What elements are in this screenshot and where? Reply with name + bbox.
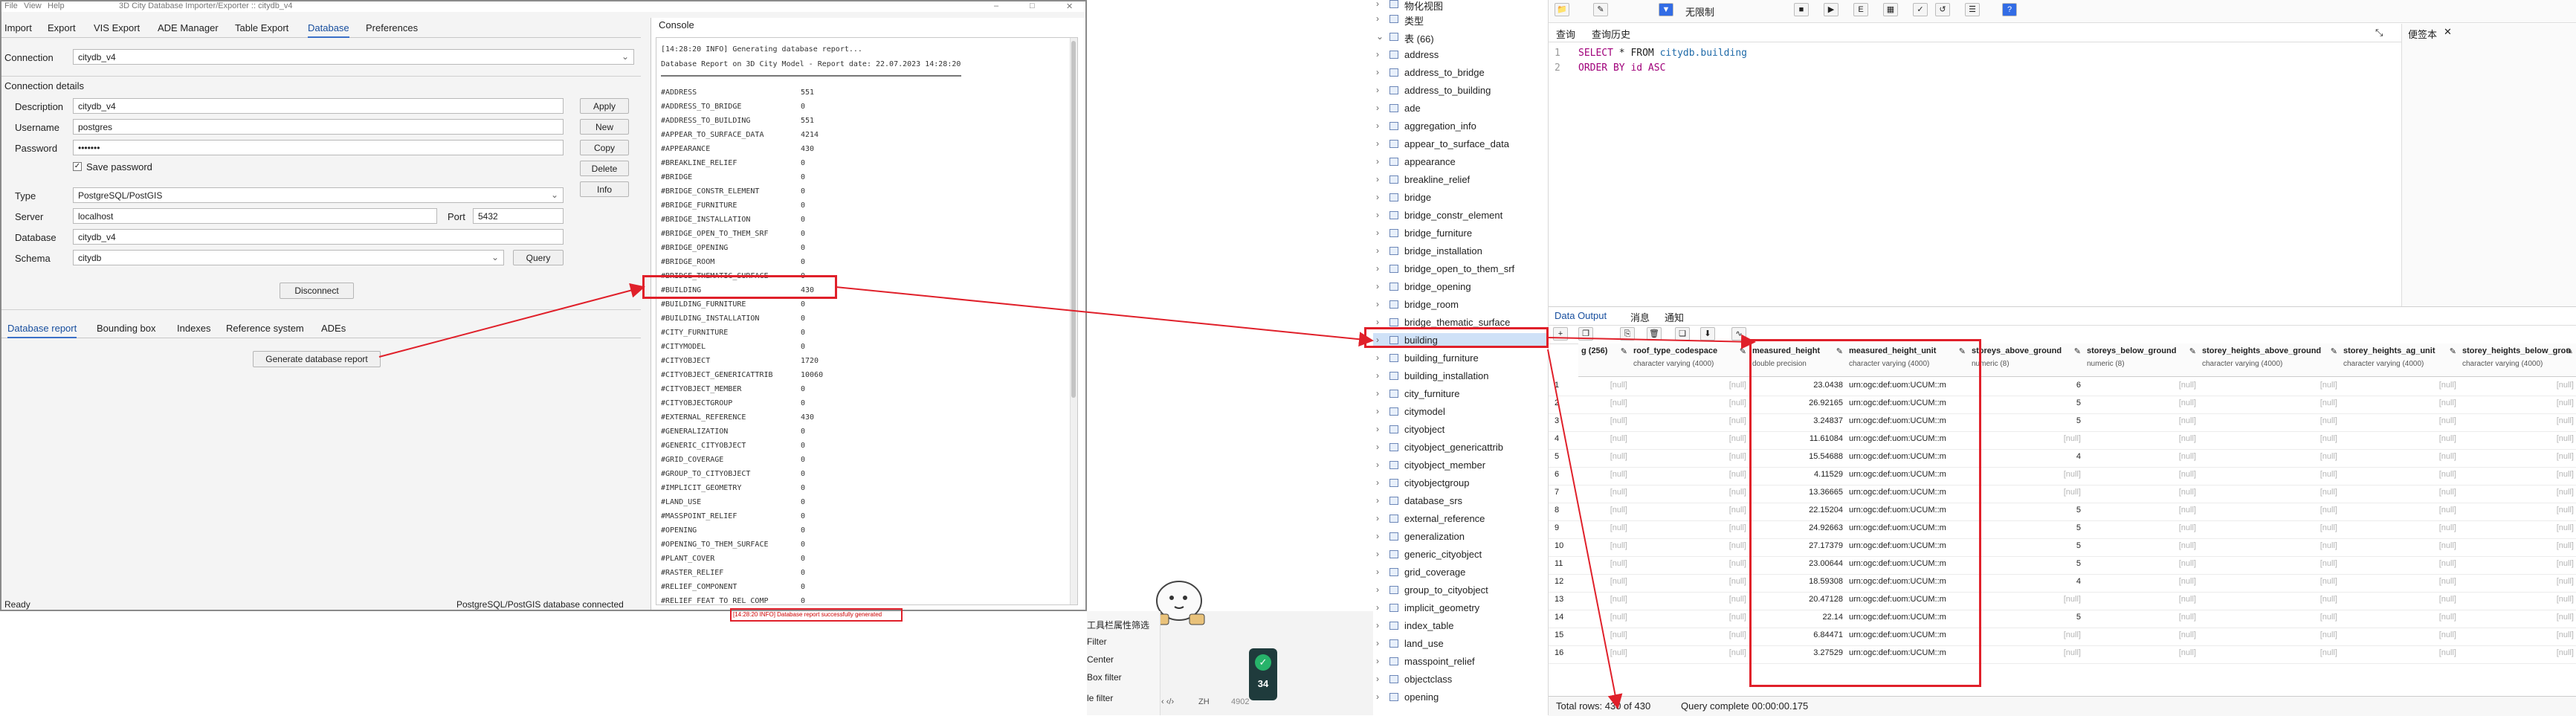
arrow-report-to-tree: [835, 286, 1374, 347]
arrow-generate-to-building: [378, 283, 645, 358]
annotation-arrows: [378, 283, 1756, 709]
arrow-tree-to-grid: [1547, 334, 1756, 349]
arrow-tree-to-total-rows: [1547, 349, 1623, 709]
